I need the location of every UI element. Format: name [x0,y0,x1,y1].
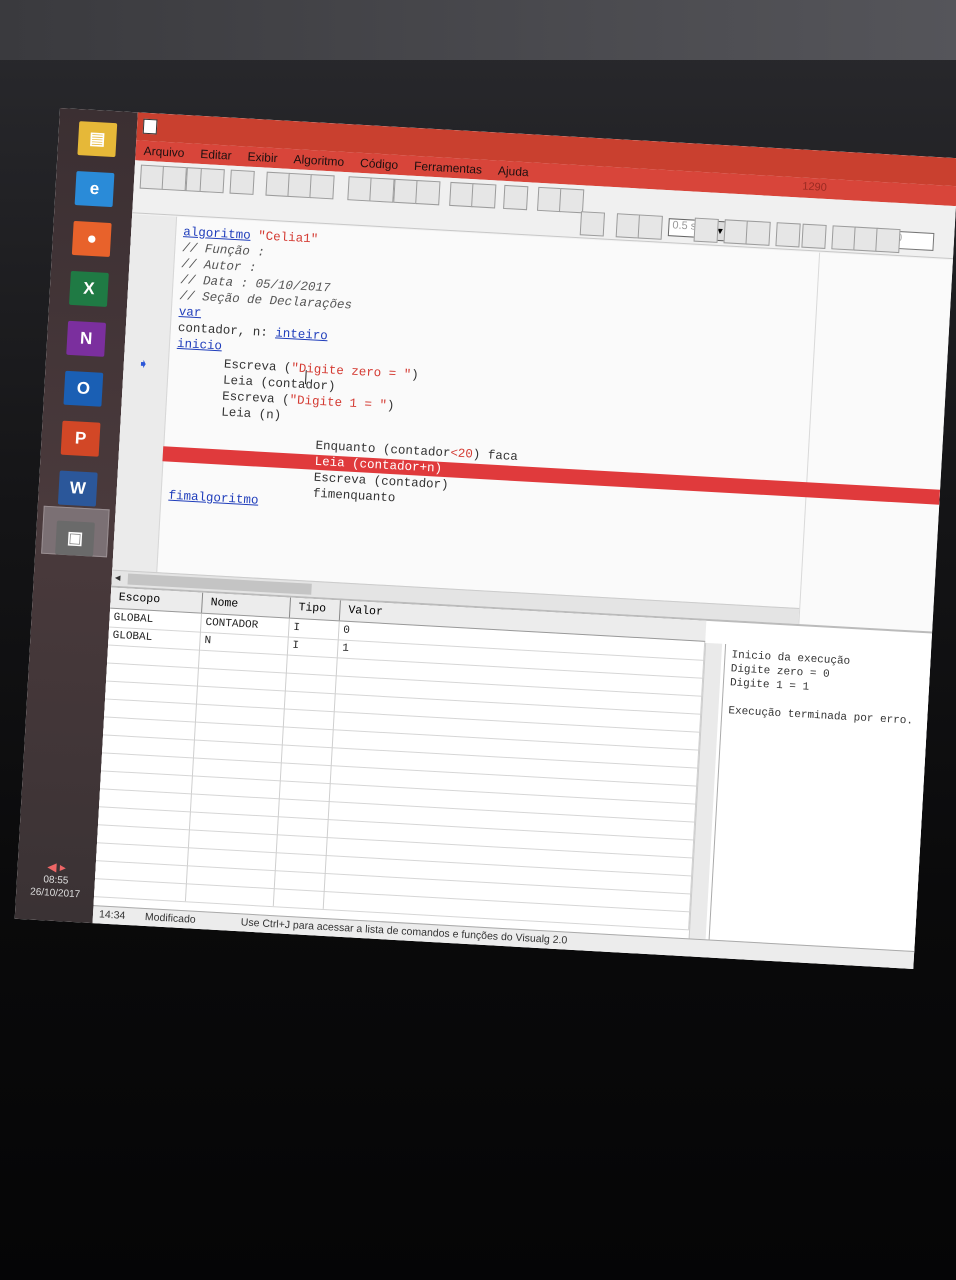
window-menu-icon[interactable] [142,118,158,135]
code-line-8: inicio [176,336,223,354]
file-explorer-icon[interactable]: ▤ [77,121,118,158]
tools-icon[interactable] [875,227,901,254]
step-over-icon[interactable] [745,220,771,246]
code-editor[interactable]: ➧ algoritmo "Celia1" // Função : // Auto… [111,214,953,632]
code-line-12: Leia (n) [220,405,282,423]
menu-item-6[interactable]: Ajuda [489,160,537,183]
code-line-16: fimenquanto [312,486,396,506]
watch-icon[interactable] [579,211,606,237]
paste-icon[interactable] [309,174,335,200]
menu-item-1[interactable]: Editar [192,143,240,166]
hand-icon[interactable] [801,223,827,249]
menu-item-2[interactable]: Exibir [239,146,286,169]
firefox-icon[interactable]: ● [71,220,112,258]
code-line-6: var [178,304,202,321]
open-file-icon[interactable] [161,165,187,192]
cell-tipo [273,888,325,909]
excel-icon[interactable]: X [69,270,109,307]
cell-escopo [94,878,187,902]
execution-arrow-icon: ➧ [137,355,150,372]
editor-margin-line [798,252,821,625]
outlook-icon[interactable]: O [63,370,104,407]
cell-nome [185,883,275,907]
screen: ◀ ▸ 08:55 26/10/2017 ▤ e ● X N O P W ▣ Arquivo Ed… [14,108,956,969]
cursor-position: 14:34 [98,908,126,922]
print-icon[interactable] [229,169,255,195]
system-tray: ◀ ▸ 08:55 26/10/2017 [20,859,92,902]
modified-status: Modificado [144,911,197,926]
output-console: Inicio da execução Digite zero = 0 Digite … [708,643,932,952]
background-wall [0,0,956,60]
outline-icon[interactable] [558,188,585,214]
timer-icon[interactable] [693,217,719,243]
title-number: 1290 [801,180,828,194]
bottom-panel: Escopo Nome Tipo Valor GLOBAL CONTADOR I 0 G… [93,585,933,953]
error-line-highlight [162,446,941,505]
internet-explorer-icon[interactable]: e [74,171,115,208]
visualg-icon[interactable]: ▣ [55,520,95,557]
powerpoint-icon[interactable]: P [60,420,101,457]
indent-icon[interactable] [503,184,529,211]
variables-table: Escopo Nome Tipo Valor GLOBAL CONTADOR I 0 G… [93,587,707,939]
clock-date[interactable]: 26/10/2017 [20,885,91,902]
code-line-3: // Autor : [181,257,257,276]
save-icon[interactable] [199,167,225,194]
redo-icon[interactable] [369,177,395,203]
onenote-icon[interactable]: N [66,320,107,357]
step-icon[interactable] [637,214,663,240]
header-tipo[interactable]: Tipo [289,597,341,621]
word-icon[interactable]: W [57,470,98,507]
replace-icon[interactable] [471,183,497,209]
code-line-17: fimalgoritmo [168,488,259,508]
scroll-left-icon[interactable]: ◂ [115,571,121,584]
visualg-window: Arquivo Editar Exibir Algoritmo Código Ferram… [92,112,956,969]
redo-arrow-icon[interactable] [415,180,441,206]
stop-icon[interactable] [775,222,801,248]
